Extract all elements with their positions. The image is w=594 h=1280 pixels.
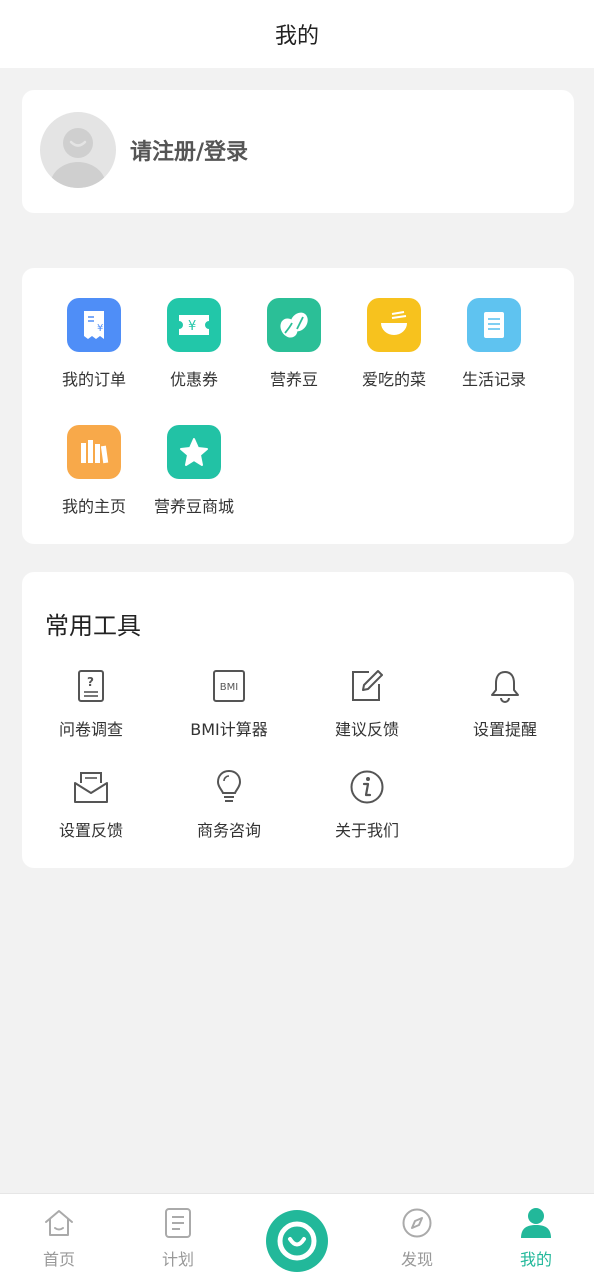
- tools-card: 常用工具 ? 问卷调查 BMI BMI计算器 建议反馈 设置提醒 设置反馈 商务…: [22, 572, 574, 868]
- page-title: 我的: [274, 24, 319, 49]
- tab-discover[interactable]: 发现: [377, 1206, 457, 1276]
- user-icon: [519, 1206, 553, 1240]
- tool-settings-feedback[interactable]: 设置反馈: [22, 767, 160, 847]
- smile-logo-icon: [277, 1221, 317, 1261]
- plan-icon: [161, 1206, 195, 1240]
- info-icon: [347, 767, 387, 807]
- tool-label: 建议反馈: [334, 720, 399, 739]
- service-nutrition-beans[interactable]: 营养豆: [244, 298, 344, 398]
- service-my-orders[interactable]: ¥ 我的订单: [44, 298, 144, 398]
- lightbulb-icon: [209, 767, 249, 807]
- bowl-icon: [367, 298, 421, 352]
- tab-me[interactable]: 我的: [496, 1206, 576, 1276]
- service-label: 优惠券: [169, 370, 218, 389]
- section-title: 常用工具: [45, 612, 141, 640]
- coupon-icon: ¥: [167, 298, 221, 352]
- tool-set-reminder[interactable]: 设置提醒: [436, 666, 574, 746]
- receipt-icon: ¥: [67, 298, 121, 352]
- svg-text:?: ?: [87, 675, 94, 689]
- service-coupons[interactable]: ¥ 优惠券: [144, 298, 244, 398]
- tab-label: 计划: [161, 1250, 194, 1269]
- tool-questionnaire[interactable]: ? 问卷调查: [22, 666, 160, 746]
- tab-plan[interactable]: 计划: [138, 1206, 218, 1276]
- service-my-homepage[interactable]: 我的主页: [44, 425, 144, 525]
- service-label: 我的主页: [61, 497, 126, 516]
- service-bean-mall[interactable]: 营养豆商城: [144, 425, 244, 525]
- service-label: 营养豆商城: [153, 497, 234, 516]
- compass-icon: [400, 1206, 434, 1240]
- tool-suggestion-feedback[interactable]: 建议反馈: [298, 666, 436, 746]
- services-card: ¥ 我的订单 ¥ 优惠券 营养豆 爱吃的菜 生活记录 我的主页 营养豆商城: [22, 268, 574, 544]
- page-header: 我的: [0, 0, 594, 68]
- tool-label: 设置反馈: [58, 821, 123, 840]
- avatar[interactable]: [40, 112, 116, 188]
- svg-text:¥: ¥: [97, 323, 103, 334]
- tab-home[interactable]: 首页: [19, 1206, 99, 1276]
- bmi-icon: BMI: [209, 666, 249, 706]
- scroll-icon: [467, 298, 521, 352]
- service-label: 营养豆: [269, 370, 318, 389]
- tool-label: 设置提醒: [472, 720, 537, 739]
- tab-label: 首页: [42, 1250, 75, 1269]
- tab-label: 我的: [519, 1250, 552, 1269]
- bookshelf-icon: [67, 425, 121, 479]
- service-label: 生活记录: [461, 370, 526, 389]
- tool-label: 问卷调查: [58, 720, 123, 739]
- tool-business-consulting[interactable]: 商务咨询: [160, 767, 298, 847]
- service-life-records[interactable]: 生活记录: [444, 298, 544, 398]
- star-icon: [167, 425, 221, 479]
- service-label: 爱吃的菜: [361, 370, 426, 389]
- login-link[interactable]: 请注册/登录: [130, 134, 248, 166]
- tool-about-us[interactable]: 关于我们: [298, 767, 436, 847]
- tool-label: 关于我们: [334, 821, 399, 840]
- home-icon: [42, 1206, 76, 1240]
- edit-icon: [347, 666, 387, 706]
- tool-label: 商务咨询: [196, 821, 261, 840]
- bell-icon: [485, 666, 525, 706]
- center-action-button[interactable]: [266, 1210, 328, 1272]
- bean-icon: [267, 298, 321, 352]
- service-favorite-dishes[interactable]: 爱吃的菜: [344, 298, 444, 398]
- tool-label: BMI计算器: [190, 720, 268, 739]
- tab-label: 发现: [400, 1250, 433, 1269]
- bottom-tab-bar: 首页 计划 发现 我的: [0, 1193, 594, 1280]
- profile-card[interactable]: 请注册/登录: [22, 90, 574, 213]
- questionnaire-icon: ?: [71, 666, 111, 706]
- envelope-icon: [71, 767, 111, 807]
- svg-text:BMI: BMI: [220, 682, 238, 693]
- tool-bmi-calculator[interactable]: BMI BMI计算器: [160, 666, 298, 746]
- service-label: 我的订单: [61, 370, 126, 389]
- svg-text:¥: ¥: [188, 319, 196, 334]
- default-avatar-icon: [50, 128, 106, 188]
